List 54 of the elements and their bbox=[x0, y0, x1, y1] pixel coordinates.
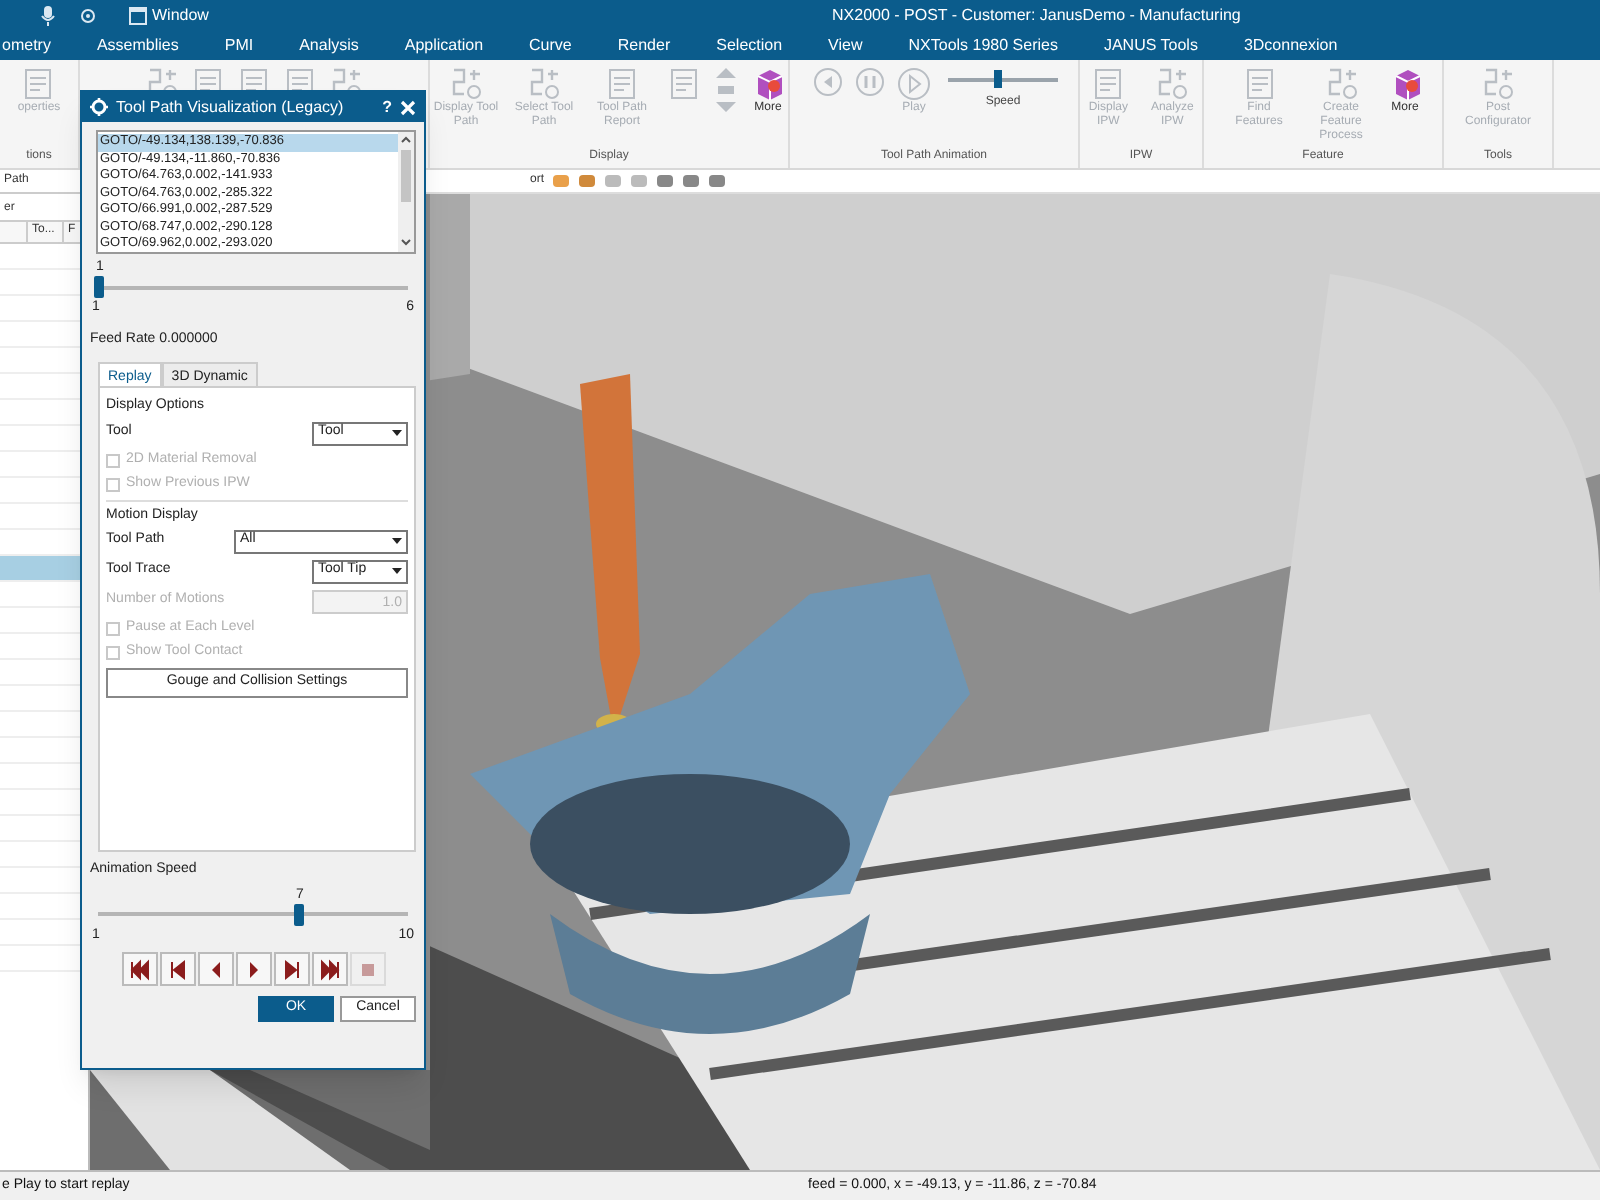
window-menu[interactable]: Window bbox=[152, 3, 209, 27]
step-forward-icon bbox=[279, 957, 303, 981]
step-back-button[interactable] bbox=[159, 952, 195, 986]
path-icon bbox=[1154, 66, 1191, 102]
ribbon-tab[interactable]: 3Dconnexion bbox=[1241, 33, 1340, 57]
ribbon-tab[interactable]: ometry bbox=[0, 33, 53, 57]
ribbon-tab[interactable]: Analysis bbox=[297, 33, 361, 57]
close-icon[interactable] bbox=[400, 99, 416, 115]
play-button[interactable] bbox=[235, 952, 271, 986]
ribbon-tab[interactable]: View bbox=[826, 33, 865, 57]
step-forward-button[interactable] bbox=[273, 952, 309, 986]
ribbon-tab[interactable]: Curve bbox=[527, 33, 574, 57]
slider-thumb[interactable] bbox=[294, 903, 305, 925]
caret-icon bbox=[392, 430, 402, 436]
ribbon-tab[interactable]: JANUS Tools bbox=[1101, 33, 1200, 57]
arrows-icon bbox=[712, 66, 740, 114]
reverse-button[interactable] bbox=[197, 952, 233, 986]
help-button[interactable]: ? bbox=[382, 95, 392, 119]
window-icon[interactable] bbox=[128, 5, 148, 25]
slider-thumb[interactable] bbox=[94, 276, 104, 298]
step-back-icon bbox=[165, 957, 189, 981]
first-button[interactable] bbox=[121, 952, 157, 986]
ribbon-tab[interactable]: NXTools 1980 Series bbox=[906, 33, 1060, 57]
path-icon bbox=[1323, 66, 1359, 102]
document-icon bbox=[20, 66, 57, 102]
dialog-title: Tool Path Visualization (Legacy) bbox=[116, 95, 346, 119]
pause-icon bbox=[854, 66, 886, 98]
document-icon bbox=[1241, 66, 1277, 102]
ribbon-tab[interactable]: Selection bbox=[714, 33, 785, 57]
speed-slider[interactable] bbox=[92, 903, 414, 925]
path-icon bbox=[1480, 66, 1516, 102]
document-icon bbox=[666, 66, 702, 102]
document-icon bbox=[1090, 66, 1127, 102]
ribbon-tab[interactable]: PMI bbox=[222, 33, 256, 57]
ribbon-tab[interactable]: Assemblies bbox=[94, 33, 181, 57]
gear-icon[interactable] bbox=[90, 98, 108, 116]
microphone-icon[interactable] bbox=[40, 5, 56, 25]
path-icon bbox=[526, 66, 562, 102]
play-icon bbox=[896, 66, 932, 102]
reverse-icon bbox=[812, 66, 844, 98]
first-icon bbox=[127, 957, 151, 981]
document-icon bbox=[604, 66, 640, 102]
last-icon bbox=[317, 957, 341, 981]
gear-icon[interactable] bbox=[76, 5, 100, 25]
scrollbar-icon[interactable] bbox=[398, 132, 414, 252]
last-button[interactable] bbox=[311, 952, 347, 986]
slider-thumb[interactable] bbox=[993, 70, 1002, 88]
ribbon-tab[interactable]: Render bbox=[615, 33, 673, 57]
motion-slider[interactable] bbox=[92, 276, 414, 298]
caret-icon bbox=[392, 568, 402, 574]
caret-icon bbox=[392, 538, 402, 544]
window-title: NX2000 - POST - Customer: JanusDemo - Manufacturing bbox=[832, 3, 1241, 27]
ribbon-tab[interactable]: Application bbox=[402, 33, 486, 57]
path-icon bbox=[448, 66, 484, 102]
